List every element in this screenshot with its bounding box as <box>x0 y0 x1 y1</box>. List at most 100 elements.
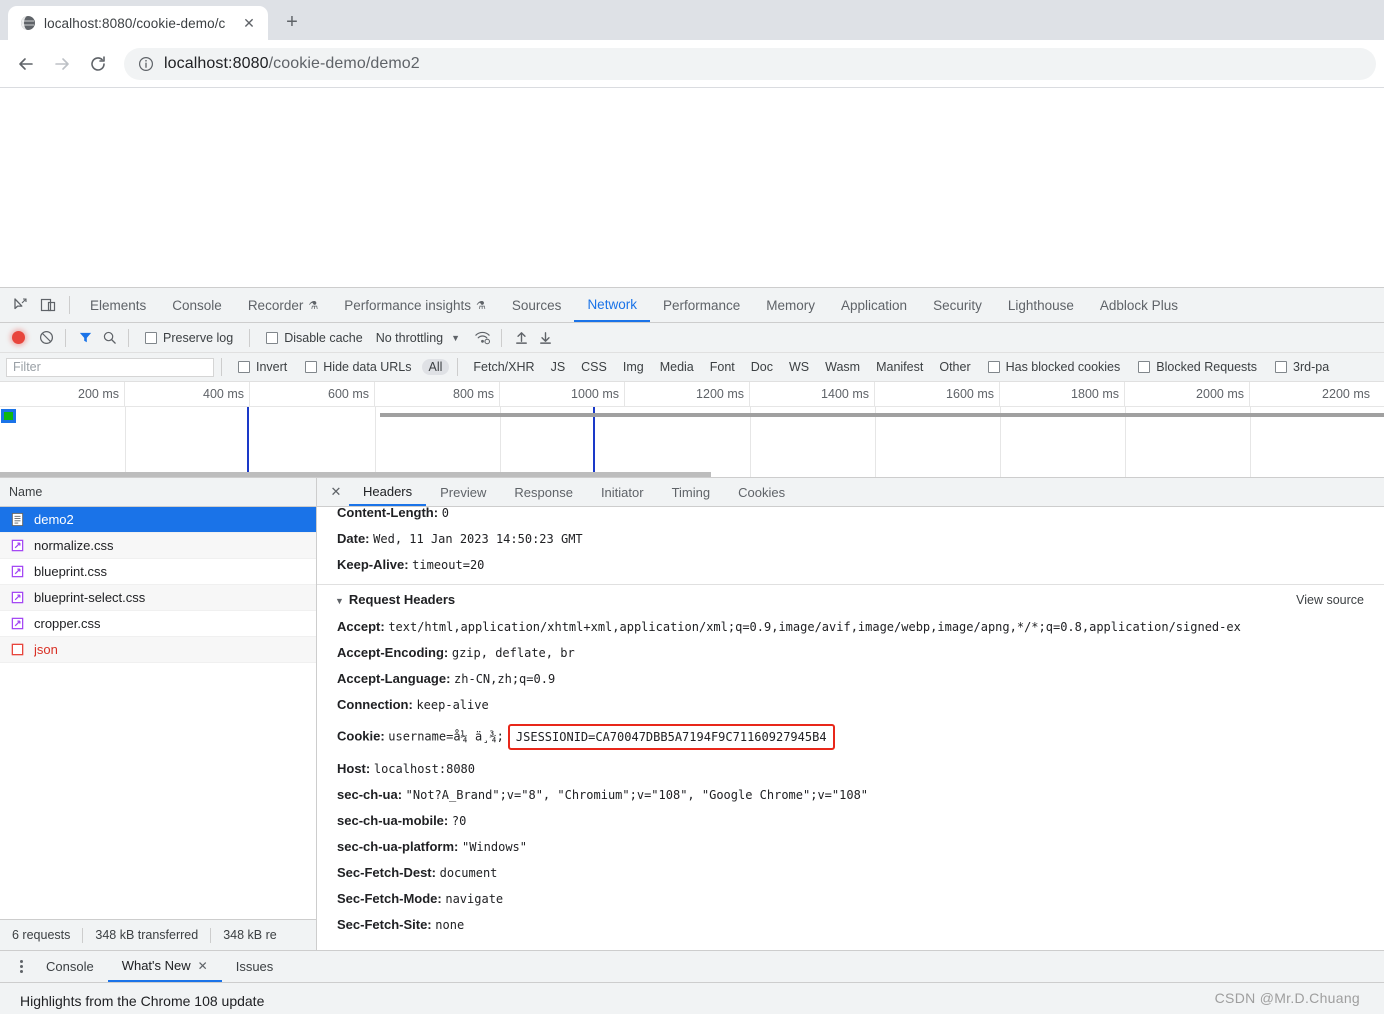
tab-adblock-plus[interactable]: Adblock Plus <box>1087 288 1191 322</box>
preserve-log-checkbox[interactable]: Preserve log <box>136 331 242 345</box>
address-bar[interactable]: localhost:8080/cookie-demo/demo2 <box>124 47 1376 80</box>
new-tab-button[interactable]: + <box>278 8 306 36</box>
third-party-requests-checkbox[interactable]: 3rd-pa <box>1266 360 1338 374</box>
filter-type-doc[interactable]: Doc <box>744 359 780 375</box>
ruler-tick: 1400 ms <box>750 382 875 406</box>
import-har-icon[interactable] <box>509 326 533 350</box>
request-row-blueprint-select-css[interactable]: blueprint-select.css <box>0 585 316 611</box>
filter-type-media[interactable]: Media <box>653 359 701 375</box>
network-overview[interactable]: 200 ms 400 ms 600 ms 800 ms 1000 ms 1200… <box>0 382 1384 478</box>
throttling-select[interactable]: No throttling <box>372 331 443 345</box>
tab-memory[interactable]: Memory <box>753 288 828 322</box>
tab-label: Adblock Plus <box>1099 297 1178 313</box>
tab-security[interactable]: Security <box>920 288 995 322</box>
tab-preview[interactable]: Preview <box>426 478 500 506</box>
reload-icon[interactable] <box>80 46 116 82</box>
headers-content[interactable]: Content-Length: 0 Date: Wed, 11 Jan 2023… <box>317 507 1384 950</box>
network-summary-bar: 6 requests 348 kB transferred 348 kB re <box>0 919 316 950</box>
request-row-json[interactable]: json <box>0 637 316 663</box>
filter-type-fetch-xhr[interactable]: Fetch/XHR <box>466 359 541 375</box>
arrow-right-icon[interactable] <box>44 46 80 82</box>
globe-icon <box>20 15 36 31</box>
filter-type-manifest[interactable]: Manifest <box>869 359 930 375</box>
tab-timing[interactable]: Timing <box>658 478 725 506</box>
tab-cookies[interactable]: Cookies <box>724 478 799 506</box>
device-toolbar-icon[interactable] <box>34 292 62 318</box>
tab-response[interactable]: Response <box>500 478 587 506</box>
close-icon[interactable]: ✕ <box>198 959 208 973</box>
browser-tab[interactable]: localhost:8080/cookie-demo/c ✕ <box>8 6 268 40</box>
chevron-down-icon[interactable]: ▼ <box>443 333 470 343</box>
overview-graph[interactable] <box>0 407 1384 477</box>
tab-performance[interactable]: Performance <box>650 288 753 322</box>
filter-type-css[interactable]: CSS <box>574 359 614 375</box>
ruler-tick: 1000 ms <box>500 382 625 406</box>
network-conditions-icon[interactable] <box>470 326 494 350</box>
view-source-link[interactable]: View source <box>1296 593 1364 607</box>
filter-funnel-icon[interactable] <box>73 326 97 350</box>
drawer-tab-console[interactable]: Console <box>32 951 108 982</box>
request-list[interactable]: demo2 normalize.css blueprint.css bluepr… <box>0 507 316 919</box>
info-circle-icon[interactable] <box>138 56 154 72</box>
filter-type-other[interactable]: Other <box>932 359 977 375</box>
grid-line <box>125 407 126 477</box>
request-list-panel: Name demo2 normalize.css blueprint.css b… <box>0 478 317 950</box>
has-blocked-cookies-checkbox[interactable]: Has blocked cookies <box>979 360 1130 374</box>
request-name: blueprint-select.css <box>34 590 146 605</box>
filter-type-wasm[interactable]: Wasm <box>818 359 867 375</box>
drawer-tab-bar: Console What's New ✕ Issues <box>0 951 1384 983</box>
filter-type-ws[interactable]: WS <box>782 359 816 375</box>
tab-elements[interactable]: Elements <box>77 288 159 322</box>
inspect-element-icon[interactable] <box>6 292 34 318</box>
checkbox-box <box>145 331 157 344</box>
close-icon[interactable]: ✕ <box>323 479 349 505</box>
tab-network[interactable]: Network <box>574 288 650 322</box>
hide-data-urls-checkbox[interactable]: Hide data URLs <box>296 360 420 374</box>
filter-type-all[interactable]: All <box>421 359 450 375</box>
request-row-demo2[interactable]: demo2 <box>0 507 316 533</box>
filter-type-img[interactable]: Img <box>616 359 651 375</box>
checkbox-box <box>305 361 318 373</box>
tab-sources[interactable]: Sources <box>499 288 575 322</box>
stylesheet-icon <box>10 590 25 605</box>
request-row-normalize-css[interactable]: normalize.css <box>0 533 316 559</box>
disable-cache-checkbox[interactable]: Disable cache <box>257 331 372 345</box>
ruler-tick: 1600 ms <box>875 382 1000 406</box>
tab-lighthouse[interactable]: Lighthouse <box>995 288 1087 322</box>
tab-performance-insights[interactable]: Performance insights ⚗ <box>331 288 499 322</box>
header-row-sec-ch-ua: sec-ch-ua: "Not?A_Brand";v="8", "Chromiu… <box>317 782 1384 808</box>
record-button-icon[interactable] <box>12 331 25 344</box>
overview-scrollbar[interactable] <box>0 472 711 477</box>
toolbar-divider <box>65 328 66 347</box>
request-list-header[interactable]: Name <box>0 478 316 507</box>
selection-start-handle[interactable] <box>1 409 16 423</box>
filter-type-font[interactable]: Font <box>703 359 742 375</box>
clear-network-log-icon[interactable] <box>34 326 58 350</box>
search-icon[interactable] <box>97 326 121 350</box>
arrow-left-icon[interactable] <box>8 46 44 82</box>
header-name: sec-ch-ua: <box>337 787 403 802</box>
tab-application[interactable]: Application <box>828 288 920 322</box>
triangle-down-icon[interactable]: ▼ <box>335 596 344 606</box>
request-row-blueprint-css[interactable]: blueprint.css <box>0 559 316 585</box>
drawer-tab-issues[interactable]: Issues <box>222 951 288 982</box>
domcontentloaded-marker <box>247 407 249 477</box>
invert-checkbox[interactable]: Invert <box>229 360 296 374</box>
request-row-cropper-css[interactable]: cropper.css <box>0 611 316 637</box>
close-icon[interactable]: ✕ <box>240 14 258 32</box>
load-event-marker <box>593 407 595 477</box>
tab-initiator[interactable]: Initiator <box>587 478 658 506</box>
tab-headers[interactable]: Headers <box>349 478 427 506</box>
tab-recorder[interactable]: Recorder ⚗ <box>235 288 331 322</box>
blocked-requests-checkbox[interactable]: Blocked Requests <box>1129 360 1266 374</box>
filter-input[interactable]: Filter <box>6 357 214 377</box>
toolbar-divider <box>249 328 251 347</box>
export-har-icon[interactable] <box>533 326 557 350</box>
tab-label: Elements <box>90 297 147 313</box>
filter-type-js[interactable]: JS <box>544 359 573 375</box>
drawer-tab-whats-new[interactable]: What's New ✕ <box>107 951 222 982</box>
request-headers-section-title[interactable]: ▼ Request Headers View source <box>317 585 1384 614</box>
tab-console[interactable]: Console <box>159 288 235 322</box>
more-options-icon[interactable] <box>10 956 32 978</box>
header-row-date: Date: Wed, 11 Jan 2023 14:50:23 GMT <box>317 526 1384 552</box>
